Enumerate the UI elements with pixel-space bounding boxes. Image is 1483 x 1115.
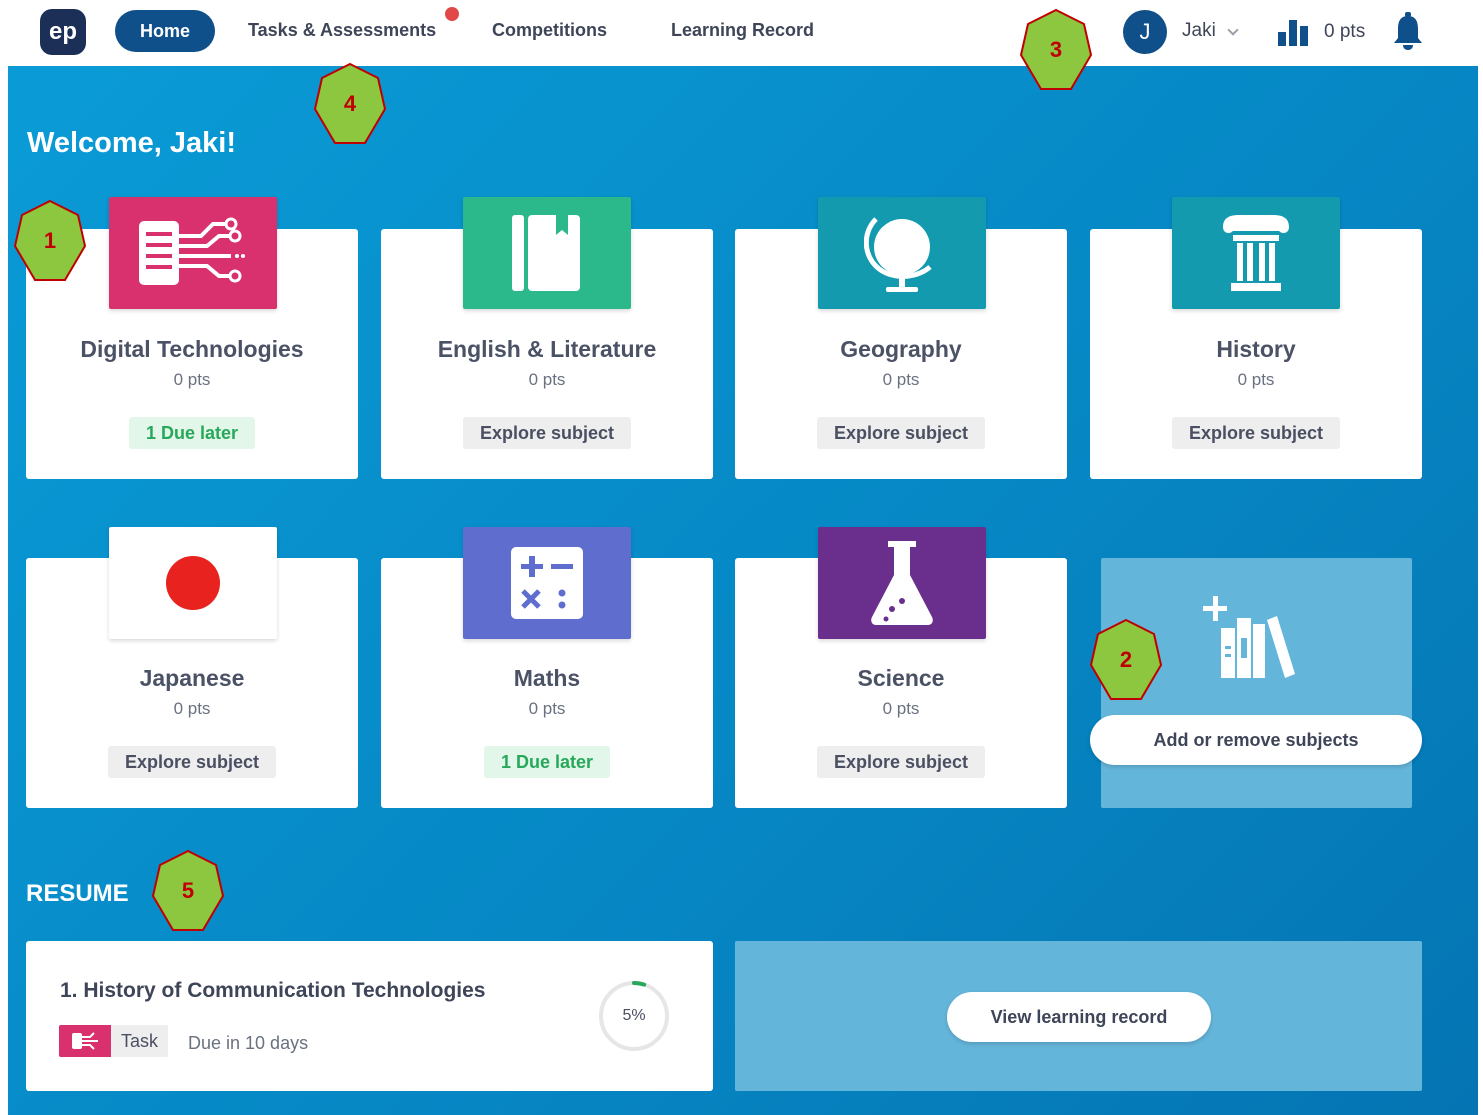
subject-name: Digital Technologies <box>80 336 304 362</box>
subject-tile[interactable] <box>109 197 277 309</box>
points-total[interactable]: 0 pts <box>1324 21 1365 43</box>
annotation-marker-1: 1 <box>13 199 87 283</box>
subject-tile[interactable] <box>463 527 631 639</box>
welcome-heading: Welcome, Jaki! <box>27 127 237 159</box>
subject-tile[interactable] <box>1172 197 1340 309</box>
user-name[interactable]: Jaki <box>1182 20 1216 42</box>
circuit-icon <box>59 1025 111 1057</box>
subject-points: 0 pts <box>882 699 920 718</box>
task-type-tag: Task <box>59 1025 169 1057</box>
resume-heading: RESUME <box>26 880 129 907</box>
due-later-badge[interactable]: 1 Due later <box>483 746 611 778</box>
subject-name: Geography <box>840 336 962 362</box>
add-remove-subjects-button[interactable]: Add or remove subjects <box>1090 715 1422 765</box>
calculator-icon <box>511 547 583 619</box>
due-later-badge[interactable]: 1 Due later <box>128 417 256 449</box>
nav-learning-record-link[interactable]: Learning Record <box>671 20 814 41</box>
subject-tile[interactable] <box>463 197 631 309</box>
annotation-marker-2: 2 <box>1089 618 1163 702</box>
subject-points: 0 pts <box>1237 370 1275 389</box>
subject-points: 0 pts <box>173 370 211 389</box>
subject-points: 0 pts <box>173 699 211 718</box>
column-icon <box>1223 215 1289 291</box>
nav-competitions-link[interactable]: Competitions <box>492 20 607 41</box>
nav-home-button[interactable]: Home <box>115 10 215 52</box>
annotation-marker-3: 3 <box>1019 8 1093 92</box>
circuit-icon <box>139 217 245 285</box>
task-due-date: Due in 10 days <box>188 1033 309 1053</box>
chevron-down-icon[interactable] <box>1227 24 1239 36</box>
avatar[interactable]: J <box>1123 10 1167 54</box>
subject-tile[interactable] <box>818 197 986 309</box>
add-books-icon <box>1203 596 1295 678</box>
explore-subject-button[interactable]: Explore subject <box>107 746 277 778</box>
subject-name: Maths <box>513 665 581 691</box>
annotation-marker-5: 5 <box>151 849 225 933</box>
bar-chart-icon[interactable] <box>1278 18 1308 46</box>
notification-dot <box>445 7 459 21</box>
book-icon <box>512 215 580 291</box>
subject-name: Science <box>857 665 945 691</box>
subject-tile[interactable] <box>109 527 277 639</box>
subject-points: 0 pts <box>528 370 566 389</box>
explore-subject-button[interactable]: Explore subject <box>1171 417 1341 449</box>
explore-subject-button[interactable]: Explore subject <box>462 417 632 449</box>
subject-points: 0 pts <box>882 370 920 389</box>
view-learning-record-button[interactable]: View learning record <box>947 992 1211 1042</box>
bell-icon[interactable] <box>1393 12 1423 50</box>
nav-tasks-link[interactable]: Tasks & Assessments <box>248 20 436 41</box>
subject-points: 0 pts <box>528 699 566 718</box>
globe-icon <box>864 217 932 292</box>
subject-name: Japanese <box>139 665 245 691</box>
annotation-marker-4: 4 <box>313 62 387 146</box>
subject-name: English & Literature <box>437 336 657 362</box>
subject-tile[interactable] <box>818 527 986 639</box>
subject-name: History <box>1216 336 1296 362</box>
explore-subject-button[interactable]: Explore subject <box>816 417 986 449</box>
ep-logo[interactable]: ep <box>40 9 86 55</box>
explore-subject-button[interactable]: Explore subject <box>816 746 986 778</box>
japan-flag-icon <box>166 556 220 610</box>
top-nav: ep Home Tasks & Assessments Competitions… <box>0 0 1483 66</box>
progress-percent: 5% <box>622 1007 646 1024</box>
task-title[interactable]: 1. History of Communication Technologies <box>60 979 486 1003</box>
task-tag-label: Task <box>121 1030 159 1051</box>
flask-icon <box>871 541 933 625</box>
